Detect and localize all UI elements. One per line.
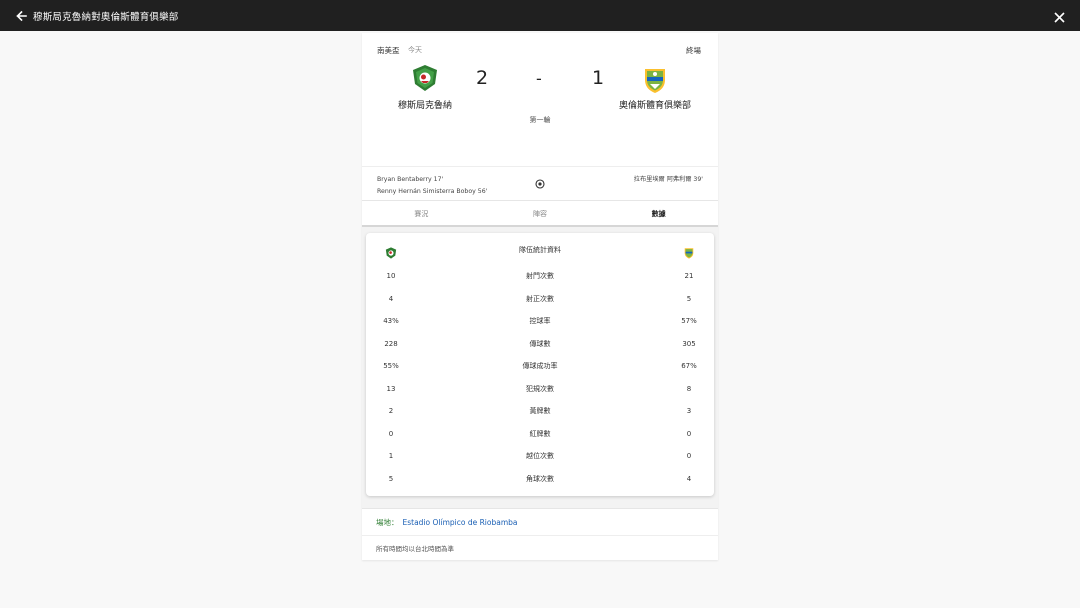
stat-label: 黃牌數 bbox=[529, 407, 551, 416]
stat-home-value: 2 bbox=[388, 407, 394, 416]
tab-summary[interactable]: 賽況 bbox=[362, 201, 481, 225]
stat-home-value: 13 bbox=[386, 384, 396, 393]
home-scorer: Renny Hernán Simisterra Boboy 56' bbox=[377, 188, 488, 195]
page-title: 穆斯局克魯納對奧倫斯體育俱樂部 bbox=[33, 11, 179, 23]
away-team-name[interactable]: 奧倫斯體育俱樂部 bbox=[600, 98, 710, 111]
stat-label: 控球率 bbox=[529, 317, 551, 326]
stat-home-value: 1 bbox=[388, 452, 394, 461]
stats-title: 隊伍統計資料 bbox=[519, 246, 561, 254]
stat-home-value: 43% bbox=[383, 317, 399, 326]
stat-away-value: 3 bbox=[686, 407, 692, 416]
home-team-logo-icon[interactable] bbox=[411, 64, 439, 92]
timezone-note: 所有時間均以台北時間為準 bbox=[362, 535, 718, 560]
stat-away-value: 21 bbox=[684, 272, 694, 281]
away-team-mini-logo-icon bbox=[683, 244, 695, 259]
home-score: 2 bbox=[476, 67, 489, 89]
stat-away-value: 67% bbox=[681, 362, 697, 371]
stat-label: 紅牌數 bbox=[529, 429, 551, 438]
stat-label: 犯規次數 bbox=[526, 384, 554, 393]
stat-row: 0 紅牌數 0 bbox=[366, 423, 714, 446]
away-team-logo-icon[interactable] bbox=[641, 66, 669, 94]
stat-row: 228 傳球數 305 bbox=[366, 333, 714, 356]
stat-home-value: 10 bbox=[386, 272, 396, 281]
stat-away-value: 57% bbox=[681, 317, 697, 326]
stat-label: 射門次數 bbox=[526, 272, 554, 281]
team-stats-card: 隊伍統計資料 10 射門次數 21 4 射正次數 5 43% 控球率 57% 2… bbox=[366, 233, 714, 496]
home-team-mini-logo-icon bbox=[385, 244, 397, 259]
stat-row: 10 射門次數 21 bbox=[366, 265, 714, 288]
home-scorers-list: Bryan Bentaberry 17' Renny Hernán Simist… bbox=[377, 174, 487, 198]
stat-away-value: 0 bbox=[686, 452, 692, 461]
away-scorers-list: 拉布里埃爾 阿弗利爾 39' bbox=[634, 174, 703, 183]
app-header: 穆斯局克魯納對奧倫斯體育俱樂部 bbox=[0, 0, 1080, 31]
stats-section: 隊伍統計資料 10 射門次數 21 4 射正次數 5 43% 控球率 57% 2… bbox=[362, 227, 718, 508]
stat-home-value: 0 bbox=[388, 429, 394, 438]
home-scorer: Bryan Bentaberry 17' bbox=[377, 176, 444, 183]
league-name: 南美盃 bbox=[377, 46, 400, 55]
venue-row: 場地： Estadio Olímpico de Riobamba bbox=[362, 508, 718, 535]
stats-header: 隊伍統計資料 bbox=[366, 242, 714, 259]
stat-home-value: 228 bbox=[384, 339, 398, 348]
stat-away-value: 8 bbox=[686, 384, 692, 393]
match-status: 終場 bbox=[686, 46, 701, 55]
soccer-ball-icon bbox=[535, 174, 545, 189]
stat-row: 13 犯規次數 8 bbox=[366, 378, 714, 401]
venue-link[interactable]: Estadio Olímpico de Riobamba bbox=[403, 518, 518, 527]
match-date: 今天 bbox=[408, 46, 422, 54]
arrow-left-icon[interactable] bbox=[14, 9, 28, 23]
away-score: 1 bbox=[592, 67, 605, 89]
stat-label: 傳球成功率 bbox=[522, 362, 558, 371]
away-scorer: 拉布里埃爾 阿弗利爾 39' bbox=[633, 176, 703, 183]
venue-label: 場地： bbox=[376, 517, 399, 527]
tab-stats[interactable]: 數據 bbox=[599, 201, 718, 225]
stat-row: 1 越位次數 0 bbox=[366, 445, 714, 468]
stat-row: 43% 控球率 57% bbox=[366, 310, 714, 333]
stat-row: 2 黃牌數 3 bbox=[366, 400, 714, 423]
stat-row: 5 角球次數 4 bbox=[366, 468, 714, 491]
match-card: 南美盃 今天 終場 穆斯局克魯納 2 - 1 奧倫斯體育俱樂部 第一輪 Brya… bbox=[362, 33, 718, 560]
stat-row: 55% 傳球成功率 67% bbox=[366, 355, 714, 378]
stat-away-value: 4 bbox=[686, 474, 692, 483]
stat-home-value: 5 bbox=[388, 474, 394, 483]
home-team-name[interactable]: 穆斯局克魯納 bbox=[370, 98, 480, 111]
close-icon[interactable] bbox=[1053, 9, 1066, 23]
match-tabs: 賽況 陣容 數據 bbox=[362, 200, 718, 227]
stat-row: 4 射正次數 5 bbox=[366, 288, 714, 311]
stat-label: 射正次數 bbox=[526, 294, 554, 303]
match-round: 第一輪 bbox=[529, 116, 551, 124]
match-header: 南美盃 今天 終場 穆斯局克魯納 2 - 1 奧倫斯體育俱樂部 第一輪 bbox=[362, 33, 718, 166]
stat-home-value: 4 bbox=[388, 294, 394, 303]
score-separator: - bbox=[536, 69, 542, 88]
stat-label: 角球次數 bbox=[526, 474, 554, 483]
stat-away-value: 305 bbox=[682, 339, 696, 348]
stat-away-value: 5 bbox=[686, 294, 692, 303]
stat-label: 傳球數 bbox=[529, 339, 551, 348]
stat-away-value: 0 bbox=[686, 429, 692, 438]
stat-home-value: 55% bbox=[383, 362, 399, 371]
stat-label: 越位次數 bbox=[526, 452, 554, 461]
tab-lineups[interactable]: 陣容 bbox=[481, 201, 600, 225]
goal-scorers: Bryan Bentaberry 17' Renny Hernán Simist… bbox=[362, 166, 718, 200]
